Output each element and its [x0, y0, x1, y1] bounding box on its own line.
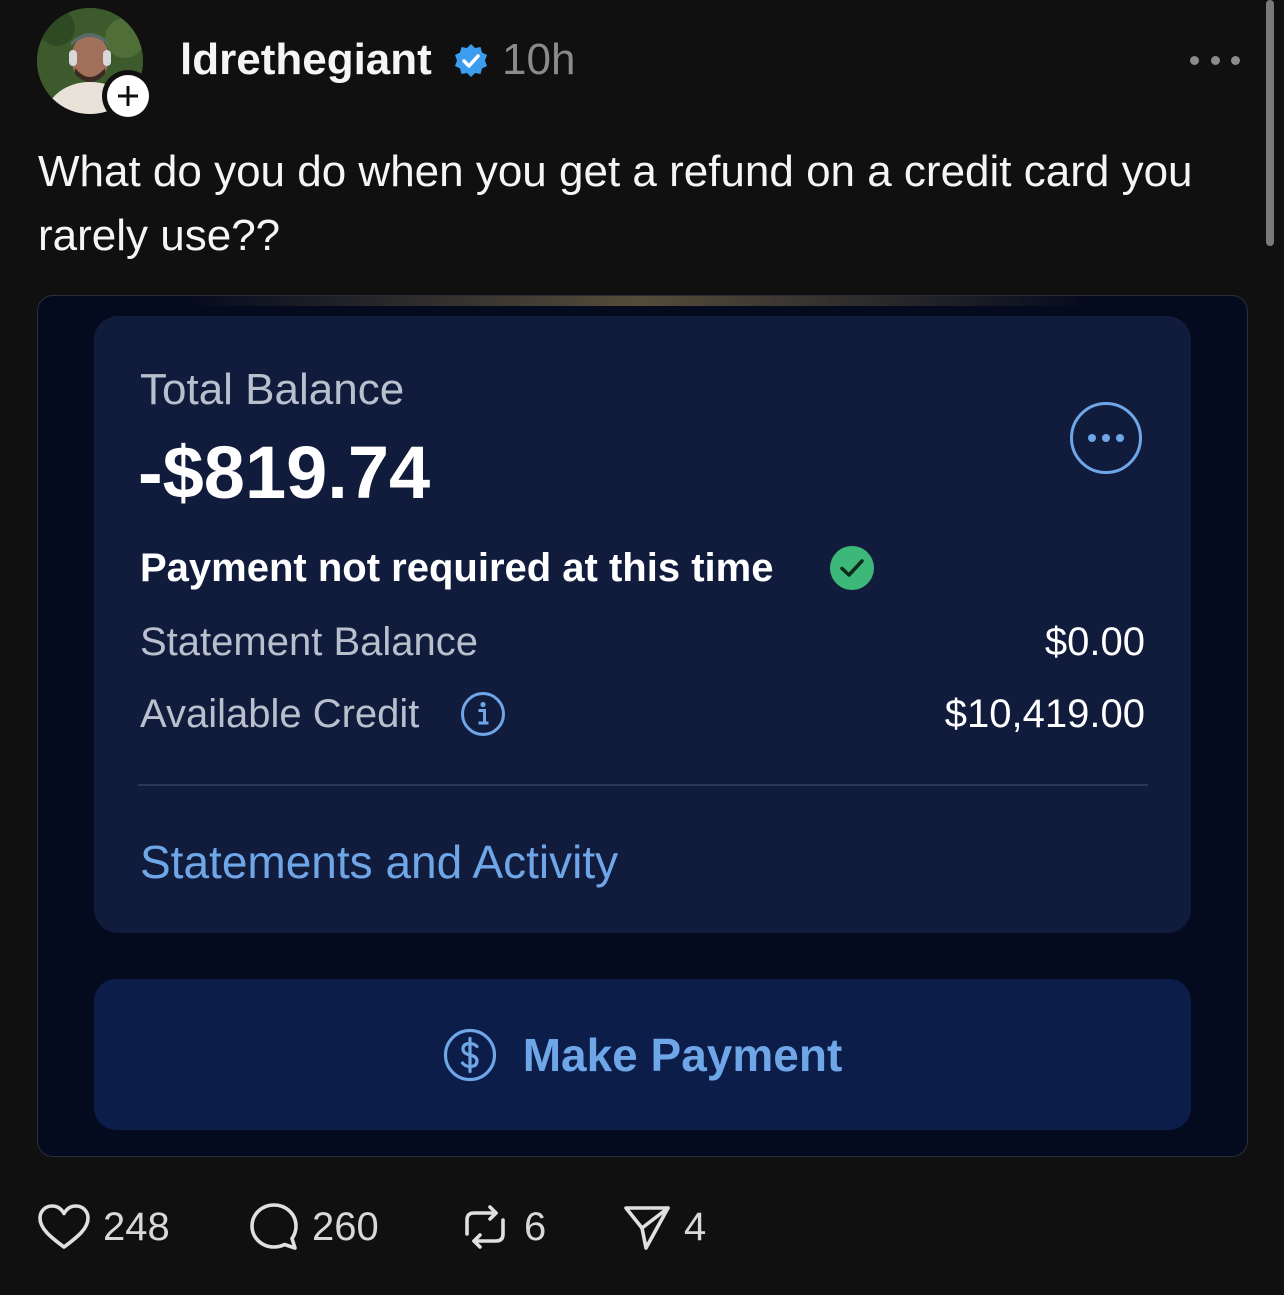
- post-image[interactable]: Total Balance -$819.74 Payment not requi…: [37, 295, 1248, 1157]
- total-balance-value: -$819.74: [138, 431, 431, 514]
- payment-status: Payment not required at this time: [140, 546, 774, 590]
- post-caption: What do you do when you get a refund on …: [38, 147, 1193, 260]
- scrollbar[interactable]: [1266, 0, 1274, 246]
- statements-activity-link[interactable]: Statements and Activity: [140, 834, 618, 890]
- repost-icon: [465, 1205, 505, 1249]
- image-glow: [188, 296, 1088, 306]
- make-payment-button[interactable]: Make Payment: [94, 979, 1191, 1130]
- statement-balance-label: Statement Balance: [140, 620, 478, 664]
- share-icon: [624, 1206, 670, 1250]
- more-icon[interactable]: [1190, 46, 1240, 74]
- make-payment-label: Make Payment: [522, 1028, 843, 1081]
- ellipsis-circle-icon[interactable]: [1070, 402, 1142, 474]
- plus-icon: [118, 86, 138, 106]
- heart-icon: [38, 1204, 90, 1249]
- comment-count: 260: [312, 1205, 379, 1249]
- avatar-container[interactable]: [37, 8, 154, 122]
- dollar-icon: [443, 1028, 496, 1081]
- info-icon[interactable]: [460, 691, 506, 737]
- like-button[interactable]: 248: [37, 1200, 170, 1254]
- repost-button[interactable]: 6: [458, 1200, 546, 1254]
- share-button[interactable]: 4: [622, 1200, 706, 1254]
- available-credit-label: Available Credit: [140, 692, 420, 736]
- like-count: 248: [103, 1205, 170, 1249]
- timestamp: 10h: [502, 35, 576, 84]
- repost-count: 6: [524, 1205, 547, 1249]
- share-count: 4: [684, 1205, 707, 1249]
- verified-badge-icon: [455, 44, 487, 77]
- follow-button[interactable]: [102, 70, 154, 122]
- username[interactable]: ldrethegiant: [180, 34, 432, 86]
- comment-icon: [250, 1203, 298, 1250]
- available-credit-value: $10,419.00: [944, 692, 1145, 736]
- total-balance-label: Total Balance: [140, 365, 405, 414]
- divider: [138, 784, 1148, 786]
- balance-panel: Total Balance -$819.74 Payment not requi…: [94, 316, 1191, 933]
- comment-button[interactable]: 260: [248, 1200, 379, 1254]
- statement-balance-value: $0.00: [1044, 620, 1145, 664]
- checkmark-icon: [830, 546, 874, 590]
